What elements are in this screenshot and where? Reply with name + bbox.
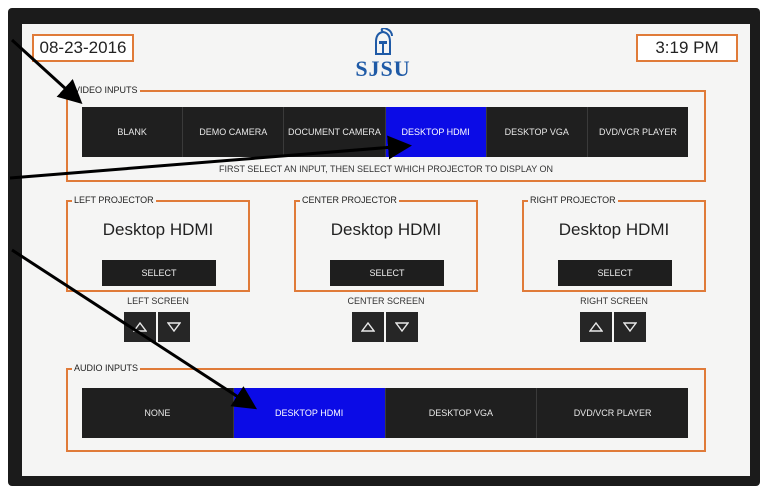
annotation-arrows [9, 38, 412, 410]
arrow-to-video-inputs [10, 38, 83, 105]
arrow-to-desktop-hdmi-audio [11, 248, 258, 410]
arrow-to-desktop-hdmi-video [9, 135, 412, 180]
